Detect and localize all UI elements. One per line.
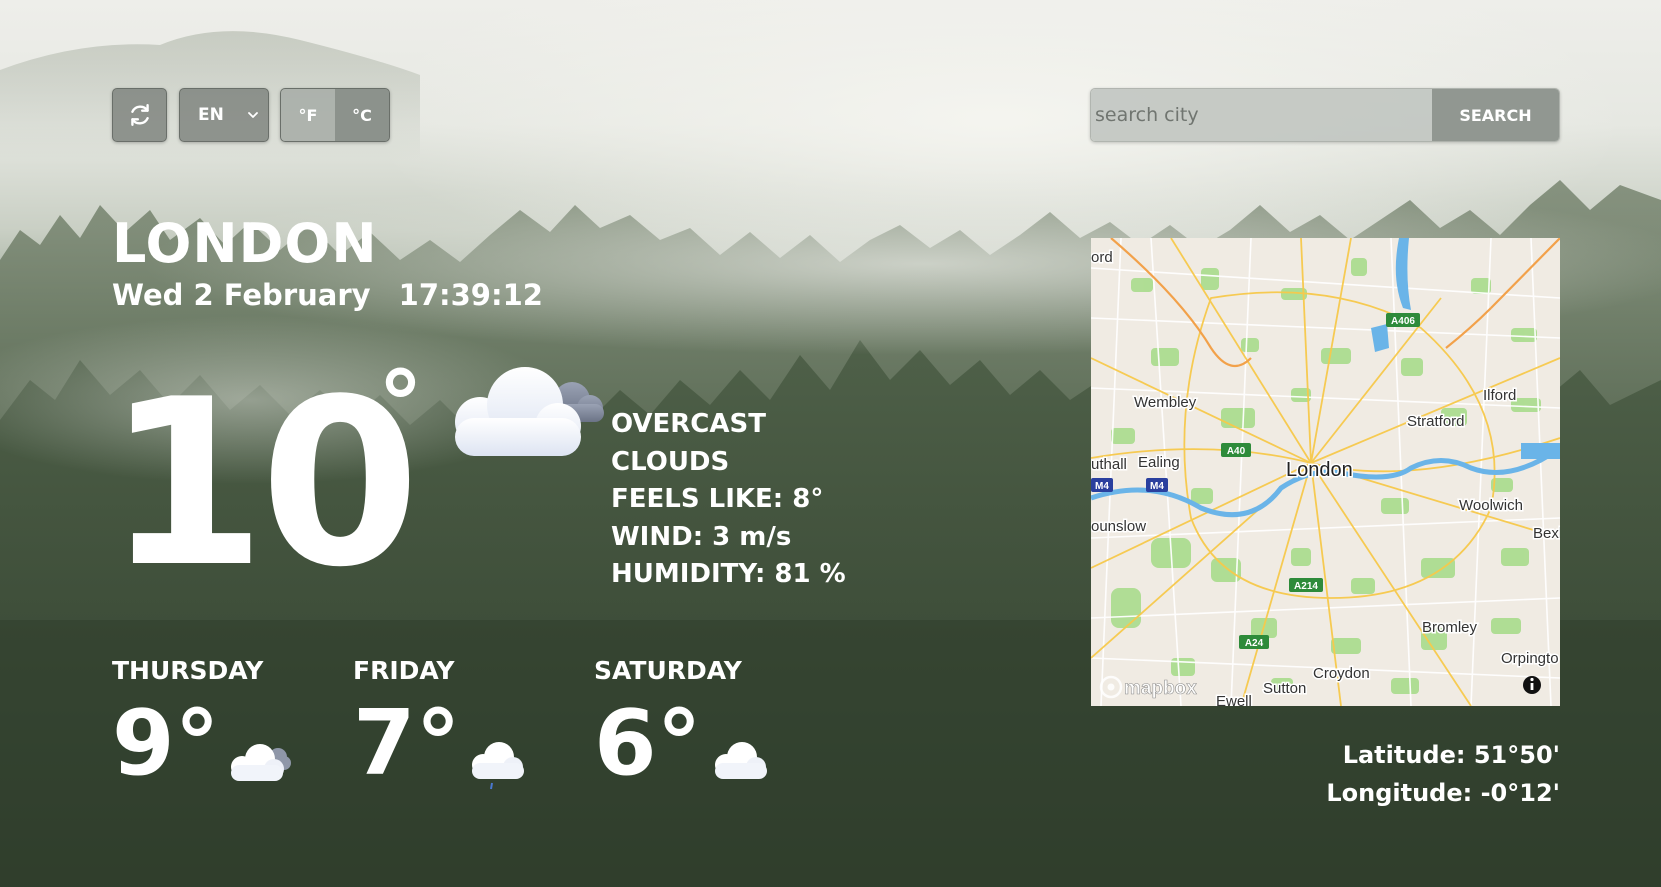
a406-label: A406 <box>1391 316 1415 327</box>
overcast-clouds-icon <box>455 367 604 456</box>
celsius-button[interactable]: °C <box>335 89 389 141</box>
city-map[interactable]: A406 A40 M4 M4 A214 A24 ord Wembley Ilfo… <box>1091 238 1560 706</box>
cloud-icon <box>715 742 767 779</box>
language-select[interactable]: EN <box>179 88 269 142</box>
a24-label: A24 <box>1245 638 1264 649</box>
longitude: Longitude: -0°12' <box>1326 779 1560 807</box>
map-label-ewell: Ewell <box>1216 693 1252 706</box>
map-label-stratford: Stratford <box>1407 413 1465 430</box>
forecast-temp: 7° <box>353 691 461 796</box>
map-label-bromley: Bromley <box>1422 619 1478 636</box>
refresh-button[interactable] <box>112 88 167 142</box>
m4-label-a: M4 <box>1095 481 1109 492</box>
humidity: HUMIDITY: 81 % <box>611 559 846 589</box>
map-label-hounslow: ounslow <box>1091 518 1146 535</box>
search-button[interactable]: SEARCH <box>1432 89 1559 141</box>
refresh-icon <box>130 104 149 126</box>
map-label-ford: ord <box>1091 249 1113 266</box>
degree-symbol: ° <box>378 352 423 457</box>
city-name: LONDON <box>112 212 378 275</box>
unit-toggle: °F °C <box>280 88 390 142</box>
map-label-ealing: Ealing <box>1138 454 1180 471</box>
current-temperature: 10 <box>106 351 420 618</box>
map-label-woolwich: Woolwich <box>1459 497 1523 514</box>
wind: WIND: 3 m/s <box>611 521 792 552</box>
broken-clouds-icon <box>231 744 291 781</box>
description-line1: OVERCAST <box>611 409 766 439</box>
m4-label-b: M4 <box>1150 481 1164 492</box>
chevron-down-icon <box>248 112 258 118</box>
forecast-day-3: SATURDAY 6° <box>594 656 767 789</box>
mapbox-attribution: mapbox <box>1124 678 1197 699</box>
forecast-day-name: THURSDAY <box>112 656 264 685</box>
latitude: Latitude: 51°50' <box>1342 741 1560 769</box>
map-label-london: London <box>1286 459 1353 481</box>
map-label-orpington: Orpingto <box>1501 650 1559 667</box>
map-label-southall: uthall <box>1091 456 1127 473</box>
date-text: Wed 2 February <box>112 278 371 312</box>
date-time: Wed 2 February 17:39:12 <box>112 278 543 312</box>
a214-label: A214 <box>1294 581 1318 592</box>
map-label-sutton: Sutton <box>1263 680 1306 697</box>
search-form: SEARCH <box>1090 88 1560 142</box>
a40-label: A40 <box>1227 446 1246 457</box>
language-value: EN <box>198 105 224 125</box>
search-input[interactable] <box>1091 89 1432 141</box>
description-line2: CLOUDS <box>611 446 730 477</box>
forecast-day-name: SATURDAY <box>594 656 742 685</box>
map-label-croydon: Croydon <box>1313 665 1370 682</box>
fahrenheit-button[interactable]: °F <box>281 89 335 141</box>
map-label-wembley: Wembley <box>1134 394 1197 411</box>
weather-details: OVERCAST CLOUDS FEELS LIKE: 8° WIND: 3 m… <box>611 406 846 594</box>
info-icon[interactable] <box>1523 676 1541 694</box>
map-label-bexley: Bexl <box>1533 525 1560 542</box>
coordinates: Latitude: 51°50' Longitude: -0°12' <box>1326 736 1560 812</box>
feels-like: FEELS LIKE: 8° <box>611 484 824 514</box>
time-text: 17:39:12 <box>398 278 543 312</box>
forecast-day-name: FRIDAY <box>353 656 455 685</box>
map-canvas: A406 A40 M4 M4 A214 A24 ord Wembley Ilfo… <box>1091 238 1560 706</box>
rain-cloud-icon <box>472 742 524 790</box>
forecast-day-2: FRIDAY 7° <box>353 656 524 796</box>
forecast-day-1: THURSDAY 9° <box>112 656 291 789</box>
map-label-ilford: Ilford <box>1483 387 1516 404</box>
